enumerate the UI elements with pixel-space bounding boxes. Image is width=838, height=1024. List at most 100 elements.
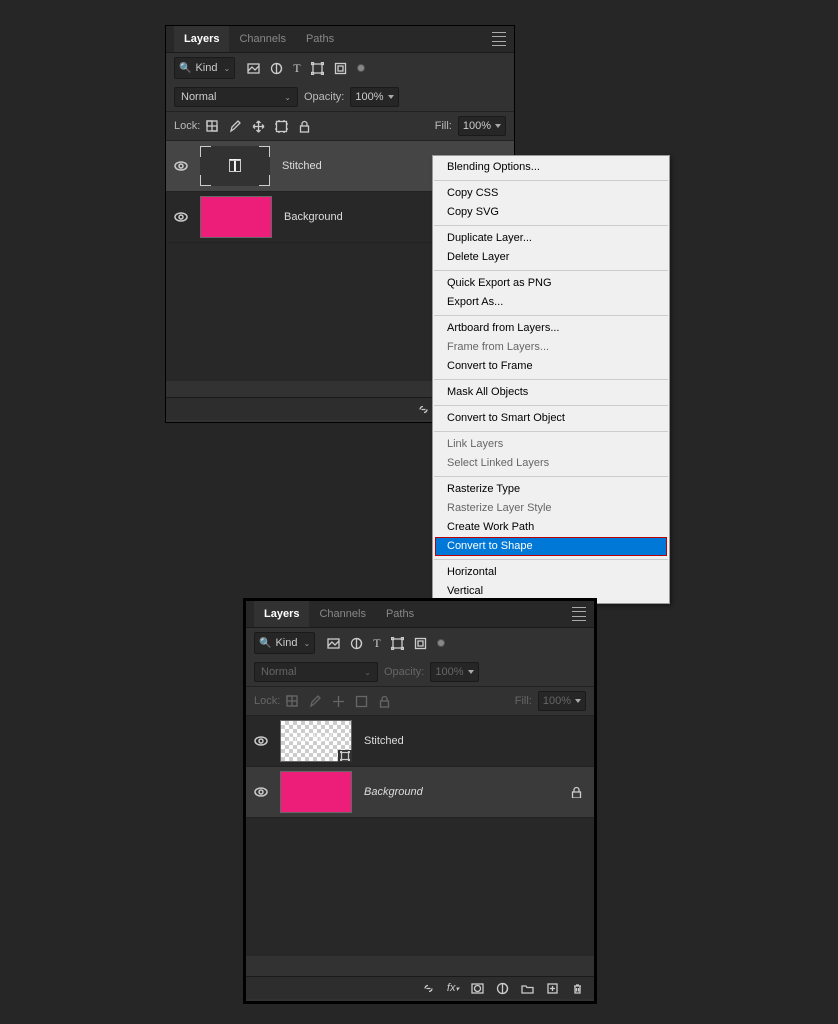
type-filter-icon[interactable]: T — [293, 61, 300, 76]
chevron-down-icon: ⌄ — [364, 668, 371, 677]
adjustment-filter-icon[interactable] — [270, 62, 283, 75]
tab-layers[interactable]: Layers — [174, 26, 229, 52]
layers-panel-after: Layers Channels Paths 🔍 Kind ⌄ T Normal … — [245, 600, 595, 1002]
filter-row: 🔍 Kind ⌄ T — [246, 628, 594, 658]
image-filter-icon[interactable] — [327, 637, 340, 650]
lock-all-icon — [378, 695, 391, 708]
menu-link-layers: Link Layers — [433, 435, 669, 454]
menu-copy-svg[interactable]: Copy SVG — [433, 203, 669, 222]
visibility-toggle[interactable] — [254, 785, 268, 799]
chevron-down-icon — [468, 670, 474, 674]
chevron-down-icon: ⌄ — [303, 639, 310, 648]
tab-layers[interactable]: Layers — [254, 601, 309, 627]
fx-icon[interactable]: fx▾ — [447, 982, 459, 994]
menu-rasterize-type[interactable]: Rasterize Type — [433, 480, 669, 499]
menu-delete-layer[interactable]: Delete Layer — [433, 248, 669, 267]
group-icon[interactable] — [521, 982, 534, 995]
shape-filter-icon[interactable] — [391, 637, 404, 650]
menu-export-as[interactable]: Export As... — [433, 293, 669, 312]
lock-row: Lock: Fill: 100% — [166, 112, 514, 141]
link-icon[interactable] — [417, 403, 430, 416]
smartobject-filter-icon[interactable] — [334, 62, 347, 75]
opacity-input[interactable]: 100% — [350, 87, 398, 107]
layers-list: Stitched Stitched Background — [246, 716, 594, 956]
new-layer-icon[interactable] — [546, 982, 559, 995]
layer-context-menu: Blending Options... Copy CSS Copy SVG Du… — [432, 155, 670, 604]
layer-thumbnail — [200, 196, 272, 238]
kind-filter-select[interactable]: 🔍 Kind ⌄ — [174, 57, 235, 79]
tab-paths[interactable]: Paths — [376, 601, 424, 627]
mask-icon[interactable] — [471, 982, 484, 995]
search-icon: 🔍 — [259, 638, 271, 649]
lock-label: Lock: — [254, 695, 280, 707]
layer-name[interactable]: Background — [364, 786, 558, 798]
adjustment-icon[interactable] — [496, 982, 509, 995]
panel-tabs: Layers Channels Paths — [166, 26, 514, 53]
visibility-toggle[interactable] — [174, 159, 188, 173]
panel-tabs: Layers Channels Paths — [246, 601, 594, 628]
blend-mode-select[interactable]: Normal ⌄ — [174, 87, 298, 107]
menu-convert-to-frame[interactable]: Convert to Frame — [433, 357, 669, 376]
menu-duplicate-layer[interactable]: Duplicate Layer... — [433, 229, 669, 248]
visibility-toggle[interactable] — [254, 734, 268, 748]
layer-thumbnail-shape: Stitched — [280, 720, 352, 762]
filter-row: 🔍 Kind ⌄ T — [166, 53, 514, 83]
tab-channels[interactable]: Channels — [229, 26, 295, 52]
menu-vertical[interactable]: Vertical — [433, 582, 669, 601]
layer-row-stitched[interactable]: Stitched Stitched — [246, 716, 594, 767]
tab-paths[interactable]: Paths — [296, 26, 344, 52]
blend-mode-select: Normal ⌄ — [254, 662, 378, 682]
filter-toggle-icon[interactable] — [357, 64, 365, 72]
menu-mask-all-objects[interactable]: Mask All Objects — [433, 383, 669, 402]
menu-select-linked: Select Linked Layers — [433, 454, 669, 473]
kind-label: Kind — [275, 637, 297, 649]
fill-input: 100% — [538, 691, 586, 711]
lock-pixels-icon — [309, 695, 322, 708]
layer-name[interactable]: Stitched — [364, 735, 594, 747]
adjustment-filter-icon[interactable] — [350, 637, 363, 650]
blend-mode-value: Normal — [181, 91, 216, 103]
panel-menu-icon[interactable] — [572, 607, 586, 621]
type-filter-icon[interactable]: T — [373, 636, 380, 651]
link-icon[interactable] — [422, 982, 435, 995]
filter-icons: T — [327, 636, 444, 651]
opacity-value: 100% — [355, 91, 383, 103]
lock-artboard-icon — [355, 695, 368, 708]
blend-row: Normal ⌄ Opacity: 100% — [246, 658, 594, 687]
menu-create-work-path[interactable]: Create Work Path — [433, 518, 669, 537]
shape-filter-icon[interactable] — [311, 62, 324, 75]
chevron-down-icon — [575, 699, 581, 703]
filter-icons: T — [247, 61, 364, 76]
menu-copy-css[interactable]: Copy CSS — [433, 184, 669, 203]
menu-convert-to-shape[interactable]: Convert to Shape — [435, 537, 667, 556]
lock-position-icon[interactable] — [252, 120, 265, 133]
lock-transparency-icon — [286, 695, 299, 708]
kind-filter-select[interactable]: 🔍 Kind ⌄ — [254, 632, 315, 654]
menu-quick-export-png[interactable]: Quick Export as PNG — [433, 274, 669, 293]
smartobject-filter-icon[interactable] — [414, 637, 427, 650]
menu-horizontal[interactable]: Horizontal — [433, 563, 669, 582]
menu-blending-options[interactable]: Blending Options... — [433, 158, 669, 177]
filter-toggle-icon[interactable] — [437, 639, 445, 647]
fill-value: 100% — [463, 120, 491, 132]
menu-artboard-from-layers[interactable]: Artboard from Layers... — [433, 319, 669, 338]
panel-footer: fx▾ — [246, 976, 594, 999]
tab-channels[interactable]: Channels — [309, 601, 375, 627]
trash-icon[interactable] — [571, 982, 584, 995]
lock-transparency-icon[interactable] — [206, 120, 219, 133]
lock-pixels-icon[interactable] — [229, 120, 242, 133]
visibility-toggle[interactable] — [174, 210, 188, 224]
layer-thumbnail — [280, 771, 352, 813]
layer-row-background[interactable]: Background — [246, 767, 594, 818]
fill-input[interactable]: 100% — [458, 116, 506, 136]
image-filter-icon[interactable] — [247, 62, 260, 75]
panel-menu-icon[interactable] — [492, 32, 506, 46]
menu-frame-from-layers: Frame from Layers... — [433, 338, 669, 357]
lock-artboard-icon[interactable] — [275, 120, 288, 133]
menu-convert-to-smart[interactable]: Convert to Smart Object — [433, 409, 669, 428]
chevron-down-icon: ⌄ — [223, 64, 230, 73]
shape-badge-icon — [338, 750, 352, 762]
lock-all-icon[interactable] — [298, 120, 311, 133]
blend-row: Normal ⌄ Opacity: 100% — [166, 83, 514, 112]
chevron-down-icon — [388, 95, 394, 99]
